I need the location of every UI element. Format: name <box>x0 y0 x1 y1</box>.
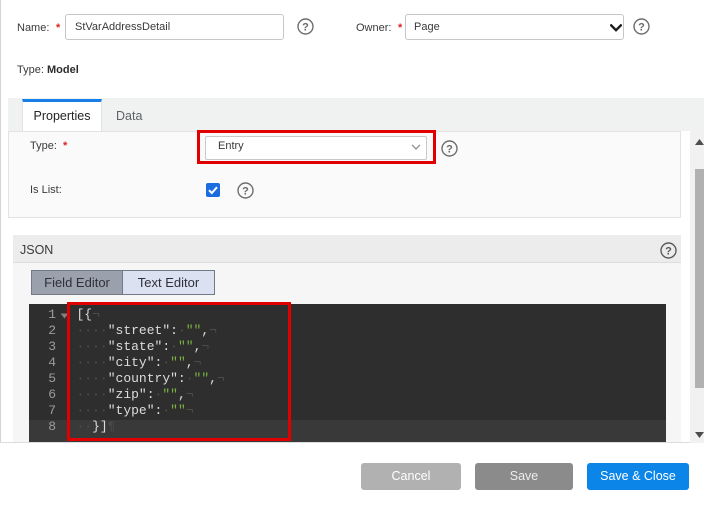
svg-text:?: ? <box>446 143 453 155</box>
svg-text:?: ? <box>302 21 309 33</box>
svg-text:?: ? <box>242 185 249 197</box>
svg-text:?: ? <box>638 21 645 33</box>
svg-text:?: ? <box>665 245 672 257</box>
